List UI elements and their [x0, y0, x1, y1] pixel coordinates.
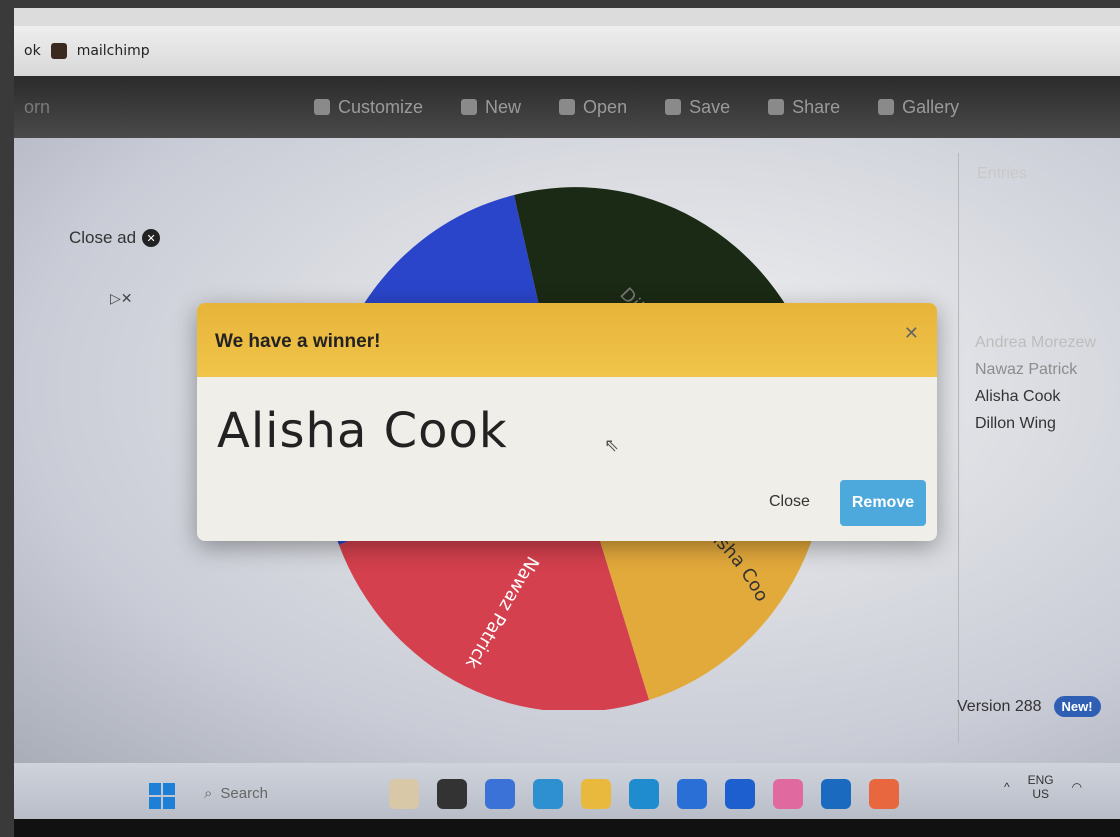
app-icon[interactable] [533, 779, 563, 809]
app-icon[interactable] [773, 779, 803, 809]
search-icon: ⌕ [204, 785, 213, 802]
toolbar-open-label: Open [583, 96, 628, 117]
bookmark-bar: ok mailchimp [14, 26, 1120, 76]
edge-browser-icon[interactable] [629, 779, 659, 809]
taskbar: ⌕ Search ^ ENG US ◠ [14, 763, 1120, 819]
outlook-icon[interactable] [821, 779, 851, 809]
palette-icon [314, 99, 330, 115]
toolbar-gallery[interactable]: Gallery [878, 97, 959, 118]
winner-dialog-header: We have a winner! ✕ [197, 303, 937, 377]
taskbar-search[interactable]: ⌕ Search [204, 785, 268, 802]
winner-dialog: We have a winner! ✕ Alisha Cook ⇖ Close … [197, 303, 937, 541]
language-bottom: US [1032, 787, 1049, 801]
taskbar-apps [389, 779, 899, 809]
toolbar-save[interactable]: Save [665, 97, 730, 118]
toolbar-new[interactable]: New [461, 97, 521, 118]
toolbar-share[interactable]: Share [768, 97, 840, 118]
remove-button[interactable]: Remove [840, 480, 926, 526]
entries-panel: Entries Andrea Morezew Nawaz Patrick Ali… [958, 153, 1120, 743]
close-icon: ✕ [142, 229, 161, 247]
toolbar-open[interactable]: Open [559, 97, 627, 118]
app-title-partial: orn [24, 96, 51, 117]
mouse-cursor-icon: ⇖ [604, 435, 620, 456]
store-icon[interactable] [677, 779, 707, 809]
entries-title[interactable]: Entries [977, 165, 1027, 183]
save-icon [665, 99, 682, 115]
app-icon[interactable] [725, 779, 755, 809]
share-icon [768, 99, 785, 115]
close-ad-label: Close ad [69, 228, 137, 247]
system-tray: ^ ENG US ◠ [1004, 773, 1082, 801]
close-icon[interactable]: ✕ [904, 323, 919, 344]
tab-partial-label: ok [24, 43, 41, 59]
app-icon[interactable] [389, 779, 419, 809]
toolbar-share-label: Share [792, 96, 841, 117]
language-top: ENG [1027, 773, 1054, 787]
windows-start-icon[interactable] [149, 783, 175, 809]
app-icon[interactable] [437, 779, 467, 809]
language-indicator[interactable]: ENG US [1028, 773, 1054, 801]
list-item: Nawaz Patrick [975, 361, 1078, 378]
chat-icon[interactable] [485, 779, 515, 809]
bookmark-mailchimp[interactable]: mailchimp [77, 43, 150, 59]
entries-list[interactable]: Andrea Morezew Nawaz Patrick Alisha Cook… [975, 329, 1096, 437]
winner-dialog-title: We have a winner! [215, 331, 381, 352]
close-button[interactable]: Close [769, 493, 810, 511]
photo-frame: ok mailchimp orn Customize New Open Save… [14, 8, 1120, 837]
file-icon [461, 99, 478, 115]
mailchimp-icon [50, 43, 67, 59]
version-label: Version 288 [957, 697, 1042, 715]
toolbar-customize-label: Customize [338, 96, 424, 117]
wifi-icon[interactable]: ◠ [1072, 780, 1082, 794]
list-item: Andrea Morezew [975, 334, 1096, 351]
chevron-up-icon[interactable]: ^ [1004, 780, 1010, 794]
close-ad-button[interactable]: Close ad ✕ [69, 228, 161, 248]
toolbar-customize[interactable]: Customize [314, 97, 423, 118]
search-icon [878, 99, 895, 115]
bottom-bezel [14, 819, 1120, 837]
list-item: Dillon Wing [975, 415, 1056, 432]
toolbar-save-label: Save [689, 96, 731, 117]
chrome-icon[interactable] [869, 779, 899, 809]
toolbar-new-label: New [485, 96, 522, 117]
toolbar-gallery-label: Gallery [902, 96, 960, 117]
taskbar-search-label: Search [220, 785, 268, 802]
adchoices-icon[interactable]: ▷✕ [110, 291, 133, 307]
winner-name: Alisha Cook [217, 403, 508, 459]
list-item: Alisha Cook [975, 388, 1061, 405]
version-row: Version 288 New! [957, 696, 1101, 717]
folder-icon[interactable] [581, 779, 611, 809]
app-toolbar: orn Customize New Open Save Share Galler… [14, 76, 1120, 138]
new-badge[interactable]: New! [1053, 696, 1101, 717]
folder-icon [559, 99, 576, 115]
